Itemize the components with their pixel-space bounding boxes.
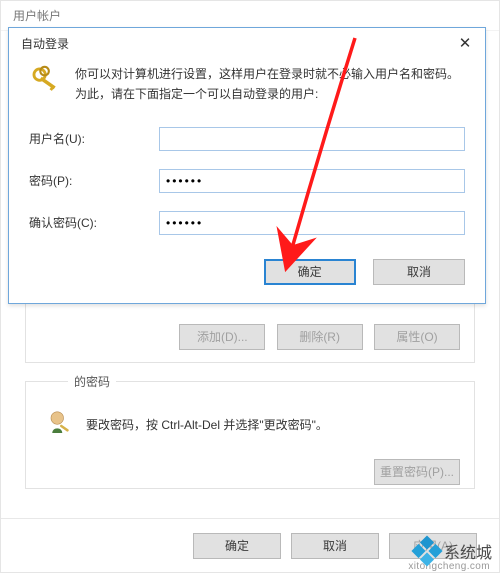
modal-cancel-button[interactable]: 取消 [373, 259, 465, 285]
users-group-buttons: 添加(D)... 删除(R) 属性(O) [40, 324, 460, 350]
password-instruction: 要改密码，按 Ctrl-Alt-Del 并选择"更改密码"。 [86, 416, 328, 433]
modal-titlebar: 自动登录 ✕ [9, 28, 485, 58]
keys-icon [29, 64, 63, 105]
modal-title: 自动登录 [21, 35, 69, 52]
auto-login-dialog: 自动登录 ✕ 你可以对计算机进行设置，这样用户在登录时就不必输入用户名和密码。 … [8, 27, 486, 304]
password-input[interactable] [159, 169, 465, 193]
close-icon[interactable]: ✕ [455, 34, 475, 52]
confirm-password-label: 确认密码(C): [29, 214, 159, 231]
add-user-button[interactable]: 添加(D)... [179, 324, 265, 350]
username-label: 用户名(U): [29, 130, 159, 147]
password-group: 的密码 要改密码，按 Ctrl-Alt-Del 并选择"更改密码"。 重置密码(… [25, 381, 475, 489]
modal-intro-line2: 为此，请在下面指定一个可以自动登录的用户: [75, 84, 459, 104]
modal-ok-button[interactable]: 确定 [264, 259, 356, 285]
username-input[interactable] [159, 127, 465, 151]
remove-user-button[interactable]: 删除(R) [277, 324, 363, 350]
watermark-logo-icon [411, 535, 442, 566]
reset-password-button[interactable]: 重置密码(P)... [374, 459, 460, 485]
parent-ok-button[interactable]: 确定 [193, 533, 281, 559]
confirm-password-input[interactable] [159, 211, 465, 235]
modal-intro: 你可以对计算机进行设置，这样用户在登录时就不必输入用户名和密码。 为此，请在下面… [75, 64, 459, 105]
parent-cancel-button[interactable]: 取消 [291, 533, 379, 559]
watermark-text: 系统城 [444, 539, 492, 563]
user-properties-button[interactable]: 属性(O) [374, 324, 460, 350]
user-keys-icon [46, 408, 76, 441]
modal-intro-line1: 你可以对计算机进行设置，这样用户在登录时就不必输入用户名和密码。 [75, 64, 459, 84]
password-label: 密码(P): [29, 172, 159, 189]
parent-title: 用户帐户 [13, 7, 61, 24]
password-group-label: 的密码 [68, 373, 116, 390]
watermark: 系统城 [416, 539, 492, 563]
